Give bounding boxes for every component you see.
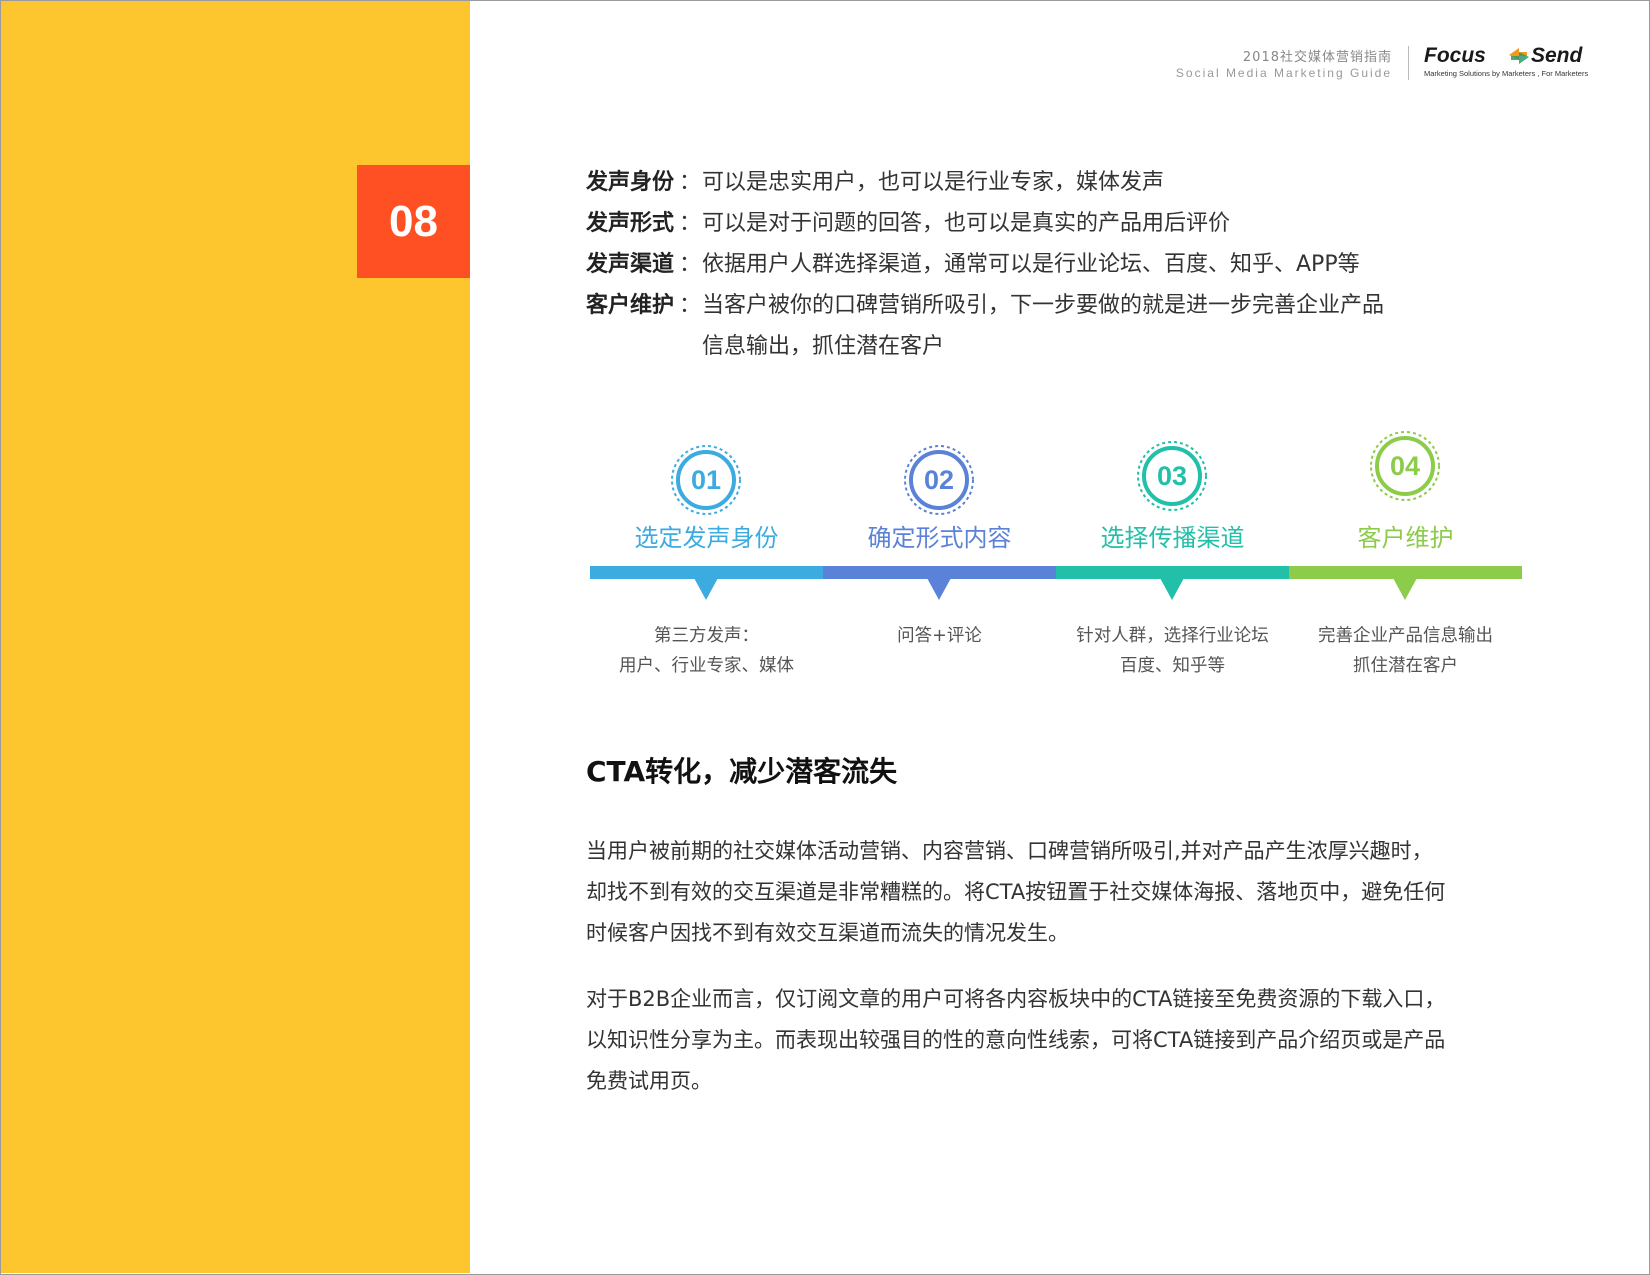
step-4: 04 客户维护 完善企业产品信息输出 抓住潜在客户 <box>1289 426 1522 686</box>
definition-row: 客户维护 ： 当客户被你的口碑营销所吸引，下一步要做的就是进一步完善企业产品 <box>586 285 1486 326</box>
step-number-circle: 01 <box>670 444 742 516</box>
page-number-badge: 08 <box>357 165 470 278</box>
section-heading: CTA转化，减少潜客流失 <box>586 755 898 788</box>
step-desc-line: 针对人群，选择行业论坛 <box>1076 626 1269 646</box>
definition-continuation: 信息输出，抓住潜在客户 <box>702 334 945 359</box>
step-pointer <box>694 578 718 600</box>
definition-desc: 可以是对于问题的回答，也可以是真实的产品用后评价 <box>702 211 1231 236</box>
definition-term: 发声形式 <box>586 211 675 236</box>
step-desc-line: 百度、知乎等 <box>1120 656 1225 676</box>
step-1: 01 选定发声身份 第三方发声： 用户、行业专家、媒体 <box>590 426 823 686</box>
step-desc-line: 问答+评论 <box>897 626 982 646</box>
logo-tagline: Marketing Solutions by Marketers , For M… <box>1424 69 1589 78</box>
step-2: 02 确定形式内容 问答+评论 <box>823 426 1056 686</box>
definition-term: 客户维护 <box>586 293 675 318</box>
step-number-circle: 03 <box>1136 440 1208 512</box>
definition-term: 发声身份 <box>586 170 675 195</box>
paragraph-line: 以知识性分享为主。而表现出较强目的性的意向性线索，可将CTA链接到产品介绍页或是… <box>586 1028 1446 1052</box>
paragraph-line: 免费试用页。 <box>586 1069 712 1093</box>
step-pointer <box>927 578 951 600</box>
step-desc-line: 第三方发声： <box>654 626 759 646</box>
definition-desc: 可以是忠实用户，也可以是行业专家，媒体发声 <box>702 170 1165 195</box>
definition-term: 发声渠道 <box>586 252 675 277</box>
paragraph-line: 对于B2B企业而言，仅订阅文章的用户可将各内容板块中的CTA链接至免费资源的下载… <box>586 987 1446 1011</box>
logo-focus-text: Focus <box>1424 44 1486 67</box>
step-number: 03 <box>1156 460 1188 491</box>
definition-desc: 依据用户人群选择渠道，通常可以是行业论坛、百度、知乎、APP等 <box>702 252 1360 277</box>
step-description: 针对人群，选择行业论坛 百度、知乎等 <box>1056 621 1289 681</box>
step-pointer <box>1393 578 1417 600</box>
step-number: 01 <box>690 464 722 495</box>
process-steps: 01 选定发声身份 第三方发声： 用户、行业专家、媒体 02 确定形式内容 问答… <box>590 426 1522 686</box>
paragraph-line: 却找不到有效的交互渠道是非常糟糕的。将CTA按钮置于社交媒体海报、落地页中，避免… <box>586 880 1446 904</box>
definition-row: 发声渠道 ： 依据用户人群选择渠道，通常可以是行业论坛、百度、知乎、APP等 <box>586 244 1486 285</box>
step-title: 选定发声身份 <box>634 524 779 552</box>
logo-arrows-icon <box>1509 48 1529 64</box>
step-number: 04 <box>1389 450 1421 481</box>
step-title: 确定形式内容 <box>867 524 1012 552</box>
definition-colon: ： <box>678 211 701 236</box>
body-paragraph-1: 当用户被前期的社交媒体活动营销、内容营销、口碑营销所吸引,并对产品产生浓厚兴趣时… <box>586 831 1536 954</box>
paragraph-line: 时候客户因找不到有效交互渠道而流失的情况发生。 <box>586 921 1069 945</box>
step-3: 03 选择传播渠道 针对人群，选择行业论坛 百度、知乎等 <box>1056 426 1289 686</box>
definition-row: 发声身份 ： 可以是忠实用户，也可以是行业专家，媒体发声 <box>586 162 1486 203</box>
paragraph-line: 当用户被前期的社交媒体活动营销、内容营销、口碑营销所吸引,并对产品产生浓厚兴趣时… <box>586 839 1433 863</box>
step-desc-line: 完善企业产品信息输出 <box>1318 626 1493 646</box>
definition-list: 发声身份 ： 可以是忠实用户，也可以是行业专家，媒体发声 发声形式 ： 可以是对… <box>586 162 1486 367</box>
definition-colon: ： <box>678 170 701 195</box>
definition-row: 发声形式 ： 可以是对于问题的回答，也可以是真实的产品用后评价 <box>586 203 1486 244</box>
header-divider <box>1408 46 1409 80</box>
guide-title-en: Social Media Marketing Guide <box>1175 66 1392 80</box>
page-header: 2018社交媒体营销指南 Social Media Marketing Guid… <box>1100 44 1600 86</box>
body-paragraph-2: 对于B2B企业而言，仅订阅文章的用户可将各内容板块中的CTA链接至免费资源的下载… <box>586 979 1536 1102</box>
definition-colon: ： <box>678 293 701 318</box>
step-description: 问答+评论 <box>823 621 1056 651</box>
step-number-circle: 04 <box>1369 430 1441 502</box>
step-description: 第三方发声： 用户、行业专家、媒体 <box>590 621 823 681</box>
definition-desc: 当客户被你的口碑营销所吸引，下一步要做的就是进一步完善企业产品 <box>702 293 1385 318</box>
step-description: 完善企业产品信息输出 抓住潜在客户 <box>1289 621 1522 681</box>
focussend-logo: Focus Send Marketing Solutions by Market… <box>1424 44 1600 84</box>
step-title: 选择传播渠道 <box>1100 524 1245 552</box>
step-desc-line: 用户、行业专家、媒体 <box>619 656 794 676</box>
step-desc-line: 抓住潜在客户 <box>1353 656 1458 676</box>
step-number-circle: 02 <box>903 444 975 516</box>
definition-colon: ： <box>678 252 701 277</box>
logo-send-text: Send <box>1531 44 1583 67</box>
guide-title-cn: 2018社交媒体营销指南 <box>1242 50 1392 65</box>
step-title: 客户维护 <box>1357 524 1454 552</box>
step-pointer <box>1160 578 1184 600</box>
step-number: 02 <box>923 464 955 495</box>
